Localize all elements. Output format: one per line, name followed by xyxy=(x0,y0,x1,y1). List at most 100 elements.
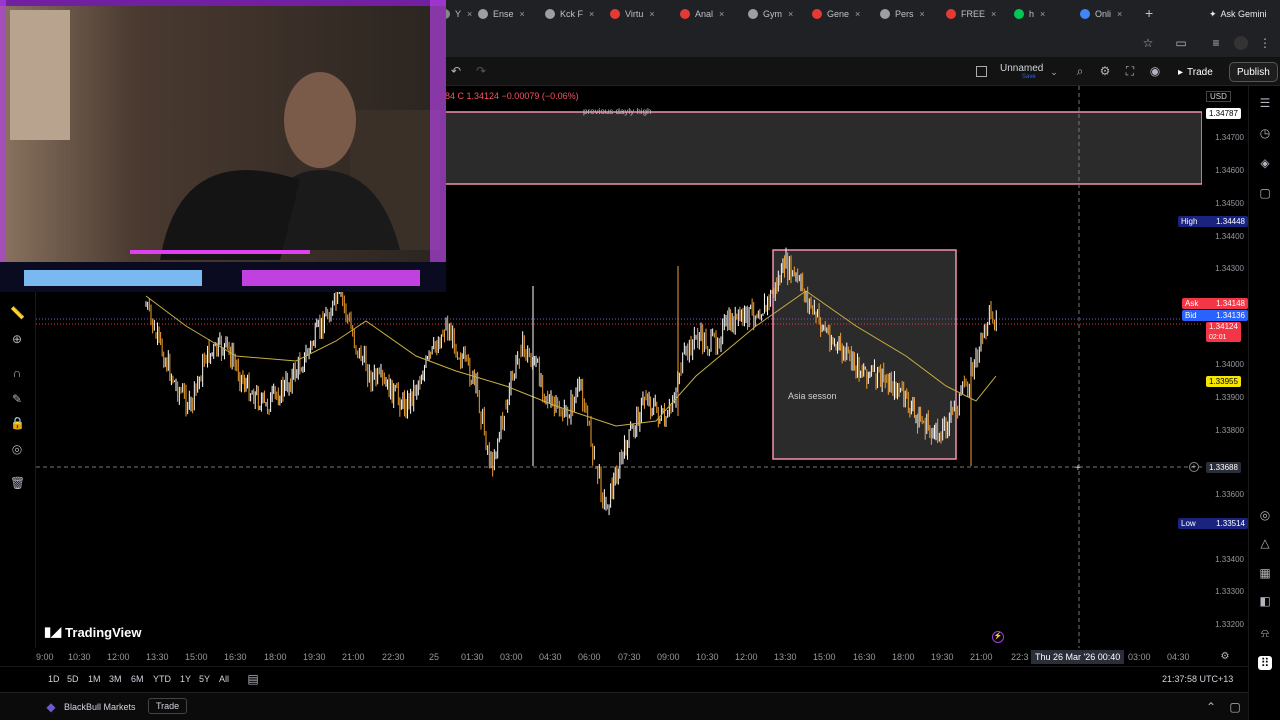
tab-close-icon[interactable]: × xyxy=(1040,9,1045,19)
webcam-overlay xyxy=(0,0,446,292)
range-button[interactable]: All xyxy=(219,674,229,684)
time-tick-label: 16:30 xyxy=(224,652,247,662)
browser-tab[interactable]: FREE × xyxy=(946,4,996,24)
calendar-icon[interactable]: ▦ xyxy=(1258,566,1272,580)
redo-icon[interactable]: ↷ xyxy=(474,64,488,78)
search-icon[interactable]: ⌕ xyxy=(1073,64,1087,78)
tab-close-icon[interactable]: × xyxy=(649,9,654,19)
crosshair-price-tag: 1.33688 xyxy=(1206,462,1241,473)
tab-favicon-icon xyxy=(812,9,822,19)
ruler-icon[interactable]: 📏 xyxy=(10,306,25,320)
tab-label: Gene xyxy=(827,9,850,19)
time-tick-label: 19:30 xyxy=(931,652,954,662)
settings-icon[interactable]: ⚙ xyxy=(1098,64,1112,78)
tab-close-icon[interactable]: × xyxy=(855,9,860,19)
time-tick-label: 12:00 xyxy=(107,652,130,662)
publish-button[interactable]: Publish xyxy=(1229,62,1278,82)
browser-tab[interactable]: Gym × xyxy=(748,4,793,24)
time-tick-label: 25 xyxy=(429,652,440,662)
layers-icon[interactable]: ◈ xyxy=(1258,156,1272,170)
tab-close-icon[interactable]: × xyxy=(1117,9,1122,19)
ask-gemini-button[interactable]: ✦ Ask Gemini xyxy=(1203,5,1273,23)
browser-tab[interactable]: Onli × xyxy=(1080,4,1122,24)
range-button[interactable]: 1M xyxy=(88,674,101,684)
range-button[interactable]: 5D xyxy=(67,674,79,684)
range-button[interactable]: 5Y xyxy=(199,674,210,684)
layout-checkbox-icon[interactable] xyxy=(976,66,987,77)
tab-close-icon[interactable]: × xyxy=(467,9,472,19)
broker-trade-button[interactable]: Trade xyxy=(148,698,188,714)
layout-name-button[interactable]: Unnamed Save xyxy=(1000,63,1043,80)
tab-close-icon[interactable]: × xyxy=(589,9,594,19)
broker-name[interactable]: BlackBull Markets xyxy=(64,702,136,712)
range-button[interactable]: 6M xyxy=(131,674,144,684)
browser-tab[interactable]: Anal × xyxy=(680,4,724,24)
bookmark-star-icon[interactable]: ☆ xyxy=(1141,36,1155,50)
eye-icon[interactable]: ◎ xyxy=(10,442,24,456)
browser-tab[interactable]: Kck F × xyxy=(545,4,594,24)
profile-avatar[interactable] xyxy=(1234,36,1248,50)
browser-tab[interactable]: Gene × xyxy=(812,4,860,24)
time-tick-label: 15:00 xyxy=(185,652,208,662)
lock-icon[interactable]: 🔒 xyxy=(10,416,25,430)
price-tick-label: 1.34500 xyxy=(1215,199,1244,208)
zoom-icon[interactable]: ⊕ xyxy=(10,332,24,346)
tab-close-icon[interactable]: × xyxy=(920,9,925,19)
chevron-up-icon[interactable]: ⌃ xyxy=(1204,700,1218,714)
time-tick-label: 03:00 xyxy=(1128,652,1151,662)
time-scale[interactable]: 9:00 10:30 12:00 13:30 15:00 16:30 18:00 19:30 2… xyxy=(36,648,1248,666)
range-button[interactable]: 3M xyxy=(109,674,122,684)
trash-icon[interactable]: 🗑 xyxy=(10,476,25,490)
tab-label: Gym xyxy=(763,9,782,19)
tab-favicon-icon xyxy=(610,9,620,19)
extensions-icon[interactable]: ≡ xyxy=(1209,36,1223,50)
chat-icon[interactable]: ▢ xyxy=(1258,186,1272,200)
time-tick-label: 13:30 xyxy=(146,652,169,662)
chevron-down-icon[interactable]: ⌄ xyxy=(1047,65,1061,79)
browser-tab[interactable]: Virtu × xyxy=(610,4,655,24)
tab-close-icon[interactable]: × xyxy=(520,9,525,19)
menu-icon[interactable]: ⋮ xyxy=(1258,36,1272,50)
watchlist-icon[interactable]: ☰ xyxy=(1258,96,1272,110)
tab-close-icon[interactable]: × xyxy=(991,9,996,19)
magnet-icon[interactable]: ∩ xyxy=(10,366,24,380)
lightning-icon[interactable]: ⚡ xyxy=(992,631,1004,643)
time-tick-label: 09:00 xyxy=(657,652,680,662)
browser-tab[interactable]: Pers × xyxy=(880,4,925,24)
clock[interactable]: 21:37:58 UTC+13 xyxy=(1162,674,1233,684)
pencil-icon[interactable]: ✎ xyxy=(10,392,24,406)
time-tick-label: 01:30 xyxy=(461,652,484,662)
bell-icon[interactable]: ⍾ xyxy=(1258,626,1272,640)
price-scale[interactable]: USD 1.34700 1.34600 1.34500 1.34400 1.34300 1… xyxy=(1178,86,1248,648)
ideas-icon[interactable]: △ xyxy=(1258,536,1272,550)
new-tab-button[interactable]: + xyxy=(1145,5,1153,21)
camera-icon[interactable]: ◉ xyxy=(1148,64,1162,78)
range-button[interactable]: 1Y xyxy=(180,674,191,684)
range-button[interactable]: YTD xyxy=(153,674,171,684)
add-alert-icon[interactable]: + xyxy=(1189,462,1199,472)
tab-favicon-icon xyxy=(545,9,555,19)
time-tick-label: 18:00 xyxy=(892,652,915,662)
date-range-icon[interactable]: ▤ xyxy=(246,672,260,686)
currency-selector[interactable]: USD xyxy=(1206,91,1231,102)
maximize-panel-icon[interactable]: ▢ xyxy=(1228,700,1242,714)
browser-tab[interactable]: Ense × xyxy=(478,4,525,24)
tab-close-icon[interactable]: × xyxy=(719,9,724,19)
target-icon[interactable]: ◎ xyxy=(1258,508,1272,522)
tab-close-icon[interactable]: × xyxy=(788,9,793,19)
browser-tab[interactable]: h × xyxy=(1014,4,1045,24)
notifications-icon[interactable]: ◧ xyxy=(1258,594,1272,608)
tab-favicon-icon xyxy=(946,9,956,19)
undo-icon[interactable]: ↶ xyxy=(449,64,463,78)
range-button[interactable]: 1D xyxy=(48,674,60,684)
apps-icon[interactable]: ⠿ xyxy=(1258,656,1272,670)
previous-daily-high-label: previous dayly high xyxy=(583,107,652,116)
time-tick-label: 04:30 xyxy=(539,652,562,662)
cast-icon[interactable]: ▭ xyxy=(1174,36,1188,50)
alerts-clock-icon[interactable]: ◷ xyxy=(1258,126,1272,140)
tab-favicon-icon xyxy=(880,9,890,19)
trade-button[interactable]: ▸ Trade xyxy=(1172,62,1219,82)
price-tick-label: 1.34000 xyxy=(1215,360,1244,369)
fullscreen-icon[interactable]: ⛶ xyxy=(1123,64,1137,78)
scale-settings-icon[interactable]: ⚙ xyxy=(1218,650,1232,664)
